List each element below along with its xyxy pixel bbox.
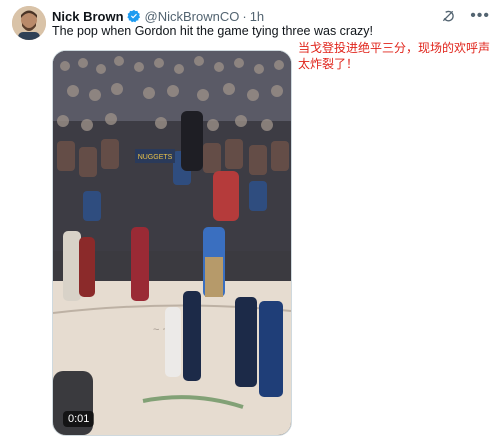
tweet-header: Nick Brown @NickBrownCO · 1h ••• xyxy=(52,6,490,26)
tweet-text: The pop when Gordon hit the game tying t… xyxy=(52,24,374,38)
video-duration: 0:01 xyxy=(63,411,95,427)
author-handle[interactable]: @NickBrownCO xyxy=(145,9,240,24)
nuggets-sign: NUGGETS xyxy=(138,154,173,161)
video-frame: NUGGETS ~ ~ ~ xyxy=(53,51,291,435)
translation-overlay: 当戈登投进绝平三分，现场的欢呼声太炸裂了！ xyxy=(298,41,491,71)
tweet-time[interactable]: 1h xyxy=(250,9,264,24)
verified-badge-icon xyxy=(126,9,140,23)
more-options-icon[interactable]: ••• xyxy=(470,8,490,24)
tweet-card: Nick Brown @NickBrownCO · 1h ••• The pop… xyxy=(0,0,500,440)
author-name[interactable]: Nick Brown xyxy=(52,9,124,24)
separator-dot: · xyxy=(242,8,247,24)
avatar[interactable] xyxy=(12,6,46,40)
header-actions: ••• xyxy=(440,8,490,24)
grok-icon[interactable] xyxy=(440,8,456,24)
video-player[interactable]: NUGGETS ~ ~ ~ 0:01 xyxy=(52,50,292,436)
